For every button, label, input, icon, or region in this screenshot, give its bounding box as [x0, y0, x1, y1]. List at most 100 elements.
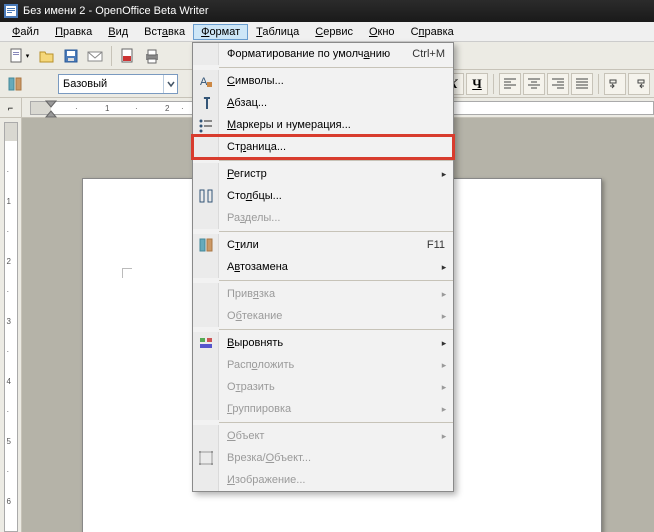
cols-icon — [193, 185, 219, 207]
ruler-corner: ⌐ — [0, 98, 22, 118]
align-justify-button[interactable] — [571, 73, 593, 95]
blank-icon — [193, 376, 219, 398]
rtl-button[interactable] — [628, 73, 650, 95]
paragraph-style-value: Базовый — [63, 78, 107, 90]
indent-marker-icon[interactable] — [45, 100, 57, 118]
menu-item: Расположить▸ — [193, 354, 453, 376]
menu-item: Привязка▸ — [193, 283, 453, 305]
menu-item-label: Символы... — [219, 75, 453, 87]
submenu-arrow-icon: ▸ — [439, 169, 453, 180]
menu-item-label: Обтекание — [219, 310, 439, 322]
menu-separator — [219, 280, 453, 281]
menu-item-label: Изображение... — [219, 474, 453, 486]
menu-separator — [219, 231, 453, 232]
menu-item: Разделы... — [193, 207, 453, 229]
submenu-arrow-icon: ▸ — [439, 262, 453, 273]
blank-icon — [193, 163, 219, 185]
ltr-button[interactable] — [604, 73, 626, 95]
blank-icon — [193, 256, 219, 278]
app-window: Без имени 2 - OpenOffice Beta Writer Фай… — [0, 0, 654, 532]
char-icon: A — [193, 70, 219, 92]
svg-text:A: A — [200, 76, 208, 88]
menu-separator — [219, 160, 453, 161]
blank-icon — [193, 136, 219, 158]
margin-guide-icon — [122, 268, 132, 278]
styles-button[interactable] — [4, 73, 26, 95]
menu-item-label: Форматирование по умолчанию — [219, 48, 412, 60]
print-button[interactable] — [141, 45, 163, 67]
menu-item: Отразить▸ — [193, 376, 453, 398]
menu-item: Изображение... — [193, 469, 453, 491]
format-menu-dropdown: Форматирование по умолчаниюCtrl+M A Символ… — [192, 42, 454, 492]
list-icon — [193, 114, 219, 136]
menu-item[interactable]: Маркеры и нумерация... — [193, 114, 453, 136]
menu-item-label: Столбцы... — [219, 190, 453, 202]
submenu-arrow-icon: ▸ — [439, 311, 453, 322]
menu-таблица[interactable]: Таблица — [248, 24, 307, 40]
menu-item[interactable]: Регистр▸ — [193, 163, 453, 185]
menu-item: Врезка/Объект... — [193, 447, 453, 469]
menu-вид[interactable]: Вид — [100, 24, 136, 40]
blank-icon — [193, 469, 219, 491]
submenu-arrow-icon: ▸ — [439, 382, 453, 393]
menu-правка[interactable]: Правка — [47, 24, 100, 40]
app-icon — [4, 4, 18, 18]
menu-item[interactable]: Автозамена▸ — [193, 256, 453, 278]
blank-icon — [193, 283, 219, 305]
submenu-arrow-icon: ▸ — [439, 338, 453, 349]
menu-item[interactable]: Страница... — [193, 136, 453, 158]
menu-формат[interactable]: Формат — [193, 24, 248, 40]
paragraph-style-combo[interactable]: Базовый — [58, 74, 178, 94]
styles-icon — [193, 234, 219, 256]
menu-separator — [219, 67, 453, 68]
menu-окно[interactable]: Окно — [361, 24, 403, 40]
menu-item-label: Группировка — [219, 403, 439, 415]
menu-вставка[interactable]: Вставка — [136, 24, 193, 40]
blank-icon — [193, 425, 219, 447]
menu-item[interactable]: Столбцы... — [193, 185, 453, 207]
menu-item-label: Расположить — [219, 359, 439, 371]
menu-item[interactable]: Форматирование по умолчаниюCtrl+M — [193, 43, 453, 65]
vertical-ruler[interactable]: · 1 · 2 · 3 · 4 · 5 · 6 — [0, 118, 22, 532]
window-title: Без имени 2 - OpenOffice Beta Writer — [23, 5, 209, 17]
email-button[interactable] — [84, 45, 106, 67]
align-right-button[interactable] — [547, 73, 569, 95]
chevron-down-icon[interactable] — [163, 75, 177, 93]
menu-item-label: Регистр — [219, 168, 439, 180]
menu-item-label: Автозамена — [219, 261, 439, 273]
submenu-arrow-icon: ▸ — [439, 360, 453, 371]
save-button[interactable] — [60, 45, 82, 67]
menu-сервис[interactable]: Сервис — [307, 24, 361, 40]
align-icon — [193, 332, 219, 354]
open-button[interactable] — [36, 45, 58, 67]
menu-item: Объект▸ — [193, 425, 453, 447]
menu-item-label: Привязка — [219, 288, 439, 300]
menu-item-label: Выровнять — [219, 337, 439, 349]
submenu-arrow-icon: ▸ — [439, 404, 453, 415]
new-button[interactable]: ▾ — [4, 45, 34, 67]
pdf-button[interactable] — [117, 45, 139, 67]
menu-item-label: Маркеры и нумерация... — [219, 119, 453, 131]
menu-item[interactable]: Выровнять▸ — [193, 332, 453, 354]
menu-item-label: Разделы... — [219, 212, 453, 224]
menu-item[interactable]: A Символы... — [193, 70, 453, 92]
frame-icon — [193, 447, 219, 469]
menu-файл[interactable]: Файл — [4, 24, 47, 40]
menu-справка[interactable]: Справка — [403, 24, 462, 40]
align-center-button[interactable] — [523, 73, 545, 95]
menu-item[interactable]: СтилиF11 — [193, 234, 453, 256]
menu-item: Группировка▸ — [193, 398, 453, 420]
submenu-arrow-icon: ▸ — [439, 289, 453, 300]
underline-button[interactable]: Ч — [466, 73, 488, 95]
submenu-arrow-icon: ▸ — [439, 431, 453, 442]
toolbar-separator — [111, 46, 112, 66]
menu-item-label: Страница... — [219, 141, 453, 153]
menu-separator — [219, 422, 453, 423]
menu-item[interactable]: Абзац... — [193, 92, 453, 114]
menu-separator — [219, 329, 453, 330]
titlebar: Без имени 2 - OpenOffice Beta Writer — [0, 0, 654, 22]
menu-item-label: Отразить — [219, 381, 439, 393]
blank-icon — [193, 398, 219, 420]
align-left-button[interactable] — [499, 73, 521, 95]
para-icon — [193, 92, 219, 114]
